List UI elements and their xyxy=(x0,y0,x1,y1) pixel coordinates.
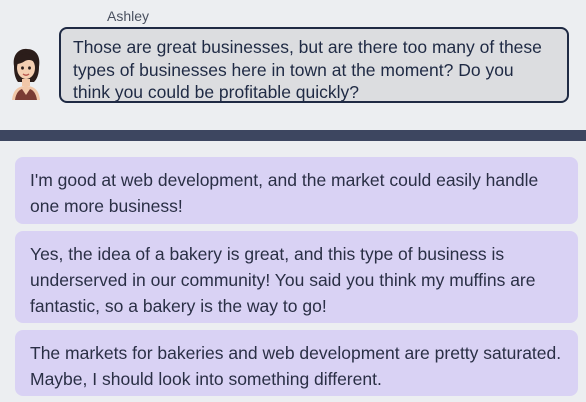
response-options: I'm good at web development, and the mar… xyxy=(0,141,586,402)
dialog-area: Ashley Those are great businesses, but a… xyxy=(0,0,586,130)
woman-avatar-icon xyxy=(6,46,46,100)
response-option-1[interactable]: I'm good at web development, and the mar… xyxy=(15,157,578,224)
divider xyxy=(0,130,586,141)
response-option-3[interactable]: The markets for bakeries and web develop… xyxy=(15,330,578,396)
speaker-name: Ashley xyxy=(107,8,150,24)
response-option-2[interactable]: Yes, the idea of a bakery is great, and … xyxy=(15,231,578,323)
speech-bubble: Those are great businesses, but are ther… xyxy=(59,27,569,103)
